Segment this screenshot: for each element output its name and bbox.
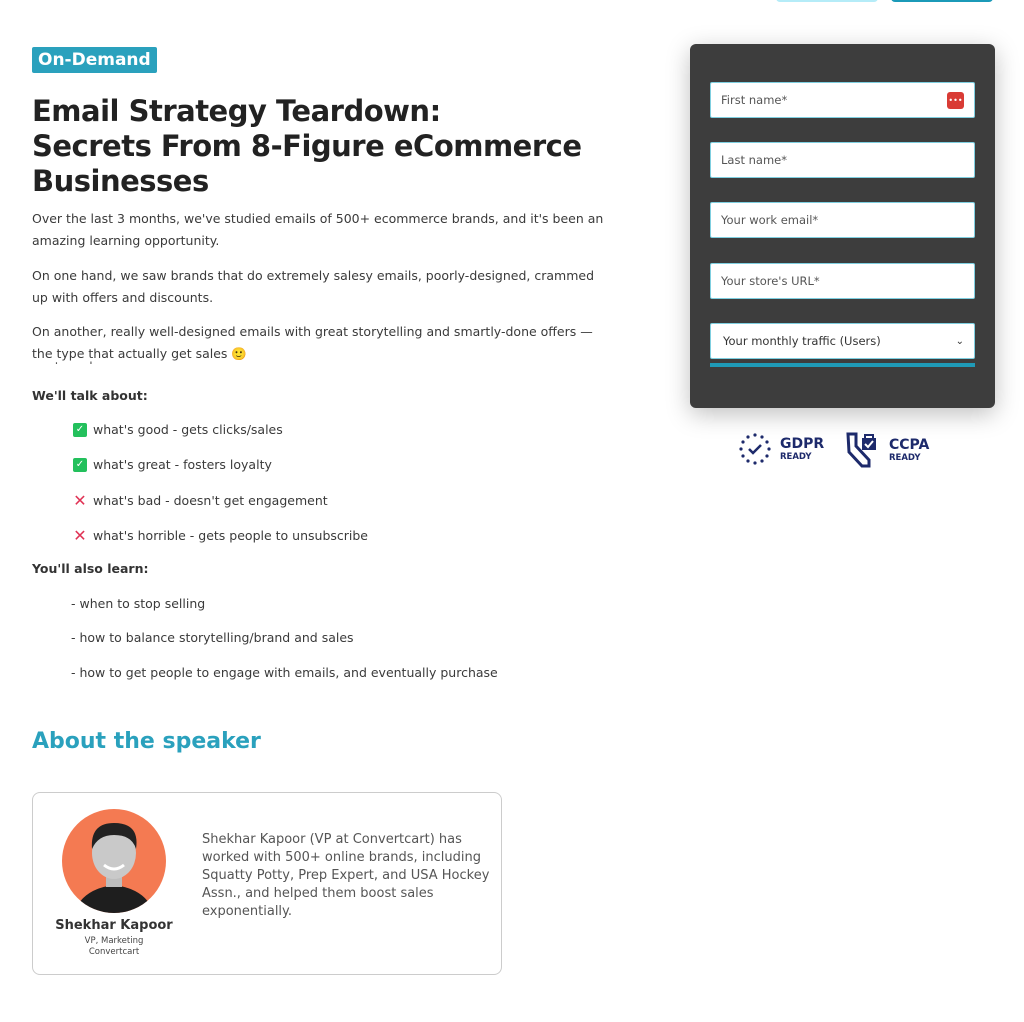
intro-paragraph: On one hand, we saw brands that do extre… — [32, 268, 595, 305]
learn-item: - how to get people to engage with email… — [71, 665, 498, 680]
list-item-text: what's horrible - gets people to unsubsc… — [93, 528, 368, 543]
speaker-bio: Shekhar Kapoor (VP at Convertcart) has w… — [202, 832, 490, 919]
top-primary-button[interactable] — [891, 0, 993, 2]
speaker-role: VP, Marketing Convertcart — [33, 936, 195, 958]
check-icon: ✓ — [73, 457, 87, 472]
traffic-selected-value: Your monthly traffic (Users) — [723, 334, 881, 348]
speaker-card: Shekhar Kapoor VP, Marketing Convertcart … — [32, 792, 502, 975]
signup-form: First name* ••• Last name* Your work emai… — [690, 44, 995, 408]
first-name-input[interactable]: First name* ••• — [710, 82, 975, 118]
top-secondary-button[interactable] — [776, 0, 878, 2]
ccpa-badge: CCPA READY — [845, 432, 929, 468]
avatar — [62, 809, 166, 913]
speaker-company: Convertcart — [88, 947, 140, 957]
submit-button[interactable] — [710, 363, 975, 367]
last-name-placeholder: Last name* — [721, 153, 787, 167]
store-url-input[interactable]: Your store's URL* — [710, 263, 975, 299]
speaker-title: VP, Marketing — [84, 936, 144, 946]
list-item-text: what's great - fosters loyalty — [93, 457, 272, 472]
speaker-photo-icon — [74, 823, 154, 913]
last-name-input[interactable]: Last name* — [710, 142, 975, 178]
speaker-name: Shekhar Kapoor — [55, 918, 173, 933]
email-placeholder: Your work email* — [721, 213, 819, 227]
title-line: Secrets From 8-Figure eCommerce — [32, 129, 582, 163]
speaker-heading: About the speaker — [32, 729, 261, 754]
list-item: ✕ what's bad - doesn't get engagement — [73, 491, 328, 510]
gdpr-ready: READY — [780, 451, 812, 462]
intro-paragraph: Over the last 3 months, we've studied em… — [32, 211, 604, 248]
list-item-text: what's bad - doesn't get engagement — [93, 493, 328, 508]
check-icon: ✓ — [73, 422, 87, 437]
password-manager-icon[interactable]: ••• — [947, 91, 964, 109]
traffic-select[interactable]: Your monthly traffic (Users) ⌄ — [710, 323, 975, 359]
intro-paragraph: On another, really well-designed emails … — [32, 324, 593, 361]
learn-heading: You'll also learn: — [32, 561, 149, 576]
page-title: Email Strategy Teardown: Secrets From 8-F… — [32, 94, 592, 199]
list-item-text: what's good - gets clicks/sales — [93, 422, 283, 437]
cross-icon: ✕ — [73, 491, 87, 510]
on-demand-badge: On-Demand — [32, 47, 157, 73]
talk-heading: We'll talk about: — [32, 388, 148, 403]
work-email-input[interactable]: Your work email* — [710, 202, 975, 238]
title-line: Email Strategy Teardown: — [32, 94, 441, 128]
california-lock-icon — [846, 432, 876, 468]
gdpr-badge: GDPR READY — [738, 432, 824, 466]
list-item: ✓ what's good - gets clicks/sales — [73, 422, 283, 437]
cross-icon: ✕ — [73, 526, 87, 545]
list-item: ✓ what's great - fosters loyalty — [73, 457, 272, 472]
gdpr-stars-icon — [739, 433, 771, 465]
ccpa-label: CCPA — [889, 436, 930, 453]
learn-item: - how to balance storytelling/brand and … — [71, 630, 354, 645]
learn-item: - when to stop selling — [71, 596, 206, 611]
url-placeholder: Your store's URL* — [721, 274, 820, 288]
list-item: ✕ what's horrible - gets people to unsubs… — [73, 526, 368, 545]
ccpa-ready: READY — [889, 452, 921, 463]
chevron-down-icon: ⌄ — [955, 335, 964, 347]
first-name-placeholder: First name* — [721, 93, 788, 107]
title-line: Businesses — [32, 164, 209, 198]
gdpr-label: GDPR — [780, 435, 825, 452]
